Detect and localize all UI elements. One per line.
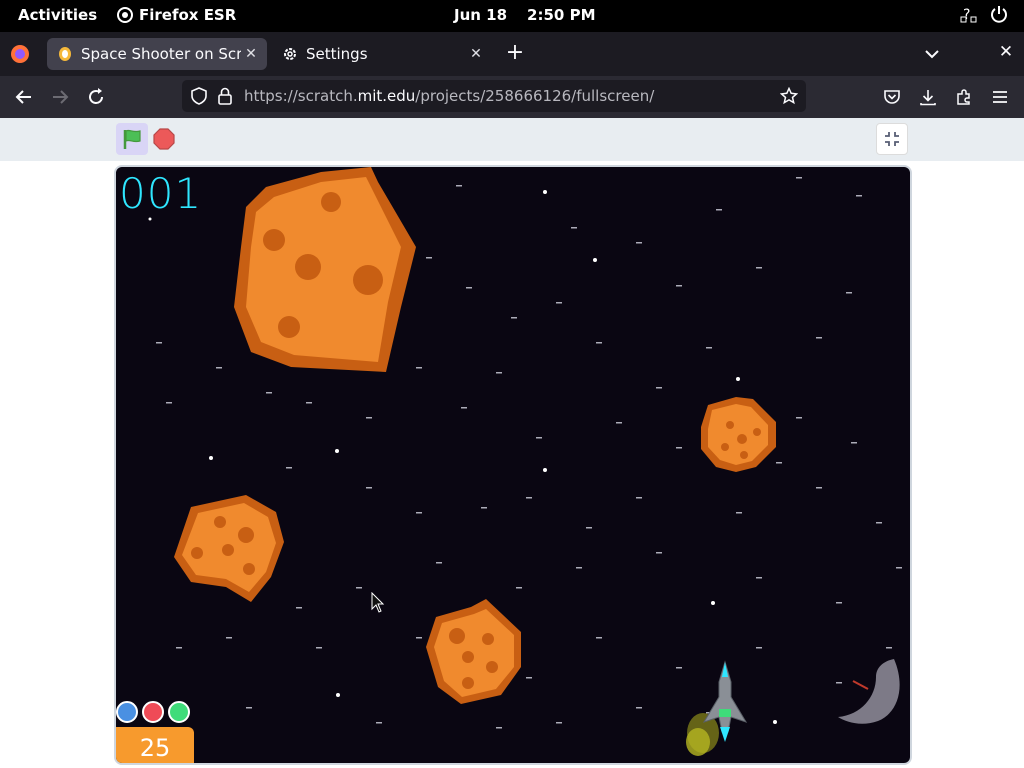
timer-display: 25 [116, 727, 194, 763]
tab-space-shooter[interactable]: Space Shooter on Scratch ✕ [47, 38, 267, 70]
url-domain: mit.edu [357, 87, 416, 105]
power-icon [991, 6, 1007, 23]
close-window-button[interactable]: ✕ [996, 42, 1016, 62]
app-name: Firefox ESR [139, 6, 237, 24]
downloads-button[interactable] [917, 86, 939, 108]
url-bar[interactable]: https://scratch.mit.edu/projects/2586661… [182, 80, 806, 112]
asteroid-large [234, 167, 416, 372]
puzzle-icon [957, 89, 970, 105]
close-tab-icon[interactable]: ✕ [466, 44, 486, 64]
svg-text:?: ? [963, 7, 970, 23]
app-menu-button[interactable] [989, 86, 1011, 108]
asteroid-medium-bottom [426, 599, 521, 704]
exit-fullscreen-icon [885, 132, 899, 146]
shield-icon[interactable] [190, 87, 208, 105]
activities-button[interactable]: Activities [18, 6, 97, 24]
pocket-button[interactable] [881, 86, 903, 108]
firefox-menu-icon[interactable] [10, 44, 30, 64]
tab-settings[interactable]: Settings ✕ [272, 38, 492, 70]
firefox-icon [117, 7, 133, 23]
green-flag-icon [123, 129, 141, 149]
download-icon [920, 90, 936, 106]
star-icon[interactable] [780, 87, 798, 105]
stop-sign-icon [153, 128, 175, 150]
pocket-icon [884, 90, 900, 104]
exit-fullscreen-button[interactable] [876, 123, 908, 155]
tab-title: Space Shooter on Scratch [81, 45, 241, 63]
stage-canvas [148, 167, 902, 756]
player-controls [0, 118, 1024, 161]
asteroid-medium-left [174, 495, 284, 602]
mouse-cursor-icon [371, 592, 385, 613]
reload-icon [89, 88, 103, 104]
life-blue [116, 701, 138, 723]
url-prefix: https://scratch. [244, 87, 358, 105]
clock-date: Jun 18 [454, 6, 508, 24]
game-stage[interactable]: 001 25 [114, 165, 912, 765]
stop-button[interactable] [151, 126, 177, 152]
tab-strip: Space Shooter on Scratch ✕ Settings ✕ + … [0, 32, 1024, 76]
green-flag-button[interactable] [116, 123, 148, 155]
url-text[interactable]: https://scratch.mit.edu/projects/2586661… [244, 87, 654, 105]
hamburger-icon [993, 91, 1007, 103]
player-spaceship [686, 660, 748, 756]
life-green [168, 701, 190, 723]
chevron-down-icon[interactable] [922, 44, 942, 64]
life-red [142, 701, 164, 723]
clock-time: 2:50 PM [527, 6, 596, 24]
arrow-right-icon [53, 90, 69, 104]
navigation-toolbar: https://scratch.mit.edu/projects/2586661… [0, 76, 1024, 118]
system-tray[interactable]: ? [960, 5, 1008, 23]
app-menu[interactable]: Firefox ESR [117, 6, 236, 24]
lock-icon[interactable] [217, 87, 233, 105]
asteroid-small-right [701, 397, 776, 472]
accessibility-icon: ? [960, 7, 977, 23]
system-top-bar: Activities Firefox ESR Jun 18 2:50 PM ? [0, 0, 1024, 32]
gear-icon [282, 46, 298, 62]
moon-crescent [838, 659, 900, 724]
arrow-left-icon [15, 90, 31, 104]
url-suffix: /projects/258666126/fullscreen/ [415, 87, 655, 105]
clock[interactable]: Jun 18 2:50 PM [454, 6, 596, 24]
score-display: 001 [119, 169, 203, 218]
forward-button[interactable] [49, 86, 71, 108]
back-button[interactable] [13, 86, 35, 108]
extensions-button[interactable] [953, 86, 975, 108]
new-tab-button[interactable]: + [503, 42, 527, 66]
tab-title: Settings [306, 45, 368, 63]
lives-indicator [116, 701, 190, 723]
scratch-player: 001 25 [0, 118, 1024, 768]
reload-button[interactable] [85, 86, 107, 108]
scratch-favicon-icon [57, 46, 73, 62]
close-tab-icon[interactable]: ✕ [241, 44, 261, 64]
